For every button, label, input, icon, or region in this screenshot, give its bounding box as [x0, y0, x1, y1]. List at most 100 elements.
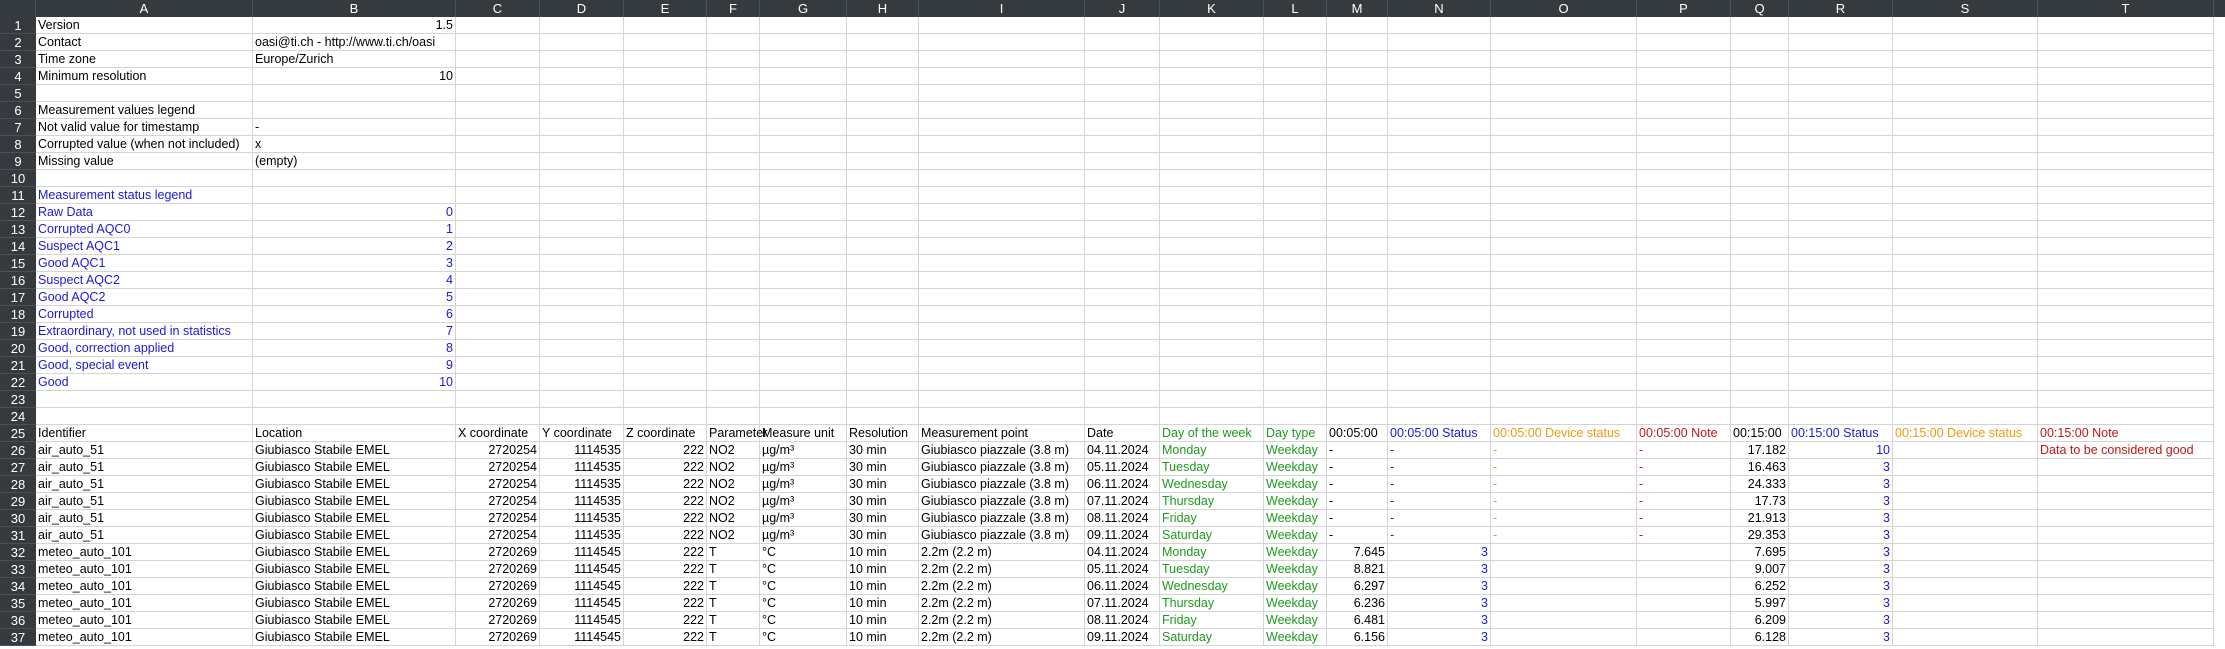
cell-j[interactable]: 08.11.2024 [1085, 612, 1160, 629]
cell-i[interactable] [919, 170, 1085, 187]
cell-q[interactable]: 00:15:00 [1731, 425, 1789, 442]
cell-f[interactable]: T [707, 578, 760, 595]
cell-j[interactable]: Date [1085, 425, 1160, 442]
cell-t[interactable] [2038, 153, 2214, 170]
cell-j[interactable] [1085, 221, 1160, 238]
cell-c[interactable]: 2720254 [456, 527, 540, 544]
cell-r[interactable] [1789, 187, 1893, 204]
cell-h[interactable] [847, 85, 919, 102]
cell-k[interactable]: Monday [1160, 442, 1264, 459]
cell-f[interactable] [707, 357, 760, 374]
cell-l[interactable]: Weekday [1264, 493, 1327, 510]
cell-r[interactable] [1789, 374, 1893, 391]
cell-i[interactable] [919, 102, 1085, 119]
cell-s[interactable] [1893, 510, 2038, 527]
cell-g[interactable] [760, 51, 847, 68]
cell-l[interactable] [1264, 187, 1327, 204]
cell-j[interactable]: 07.11.2024 [1085, 595, 1160, 612]
cell-l[interactable]: Weekday [1264, 527, 1327, 544]
cell-h[interactable] [847, 340, 919, 357]
cell-h[interactable] [847, 357, 919, 374]
cell-r[interactable] [1789, 102, 1893, 119]
cell-s[interactable] [1893, 51, 2038, 68]
cell-f[interactable] [707, 323, 760, 340]
cell-a[interactable]: air_auto_51 [36, 476, 253, 493]
cell-n[interactable] [1388, 17, 1491, 34]
cell-k[interactable]: Wednesday [1160, 476, 1264, 493]
cell-n[interactable]: 00:05:00 Status [1388, 425, 1491, 442]
cell-l[interactable]: Weekday [1264, 510, 1327, 527]
cell-l[interactable]: Weekday [1264, 578, 1327, 595]
cell-b[interactable]: Location [253, 425, 456, 442]
cell-d[interactable]: 1114535 [540, 493, 624, 510]
cell-l[interactable] [1264, 255, 1327, 272]
cell-s[interactable] [1893, 357, 2038, 374]
cell-t[interactable] [2038, 255, 2214, 272]
cell-n[interactable] [1388, 340, 1491, 357]
cell-t[interactable] [2038, 204, 2214, 221]
cell-d[interactable] [540, 374, 624, 391]
cell-s[interactable] [1893, 102, 2038, 119]
cell-g[interactable] [760, 221, 847, 238]
column-header-b[interactable]: B [253, 0, 456, 17]
cell-g[interactable] [760, 170, 847, 187]
cell-q[interactable]: 17.73 [1731, 493, 1789, 510]
cell-p[interactable] [1637, 340, 1731, 357]
cell-q[interactable] [1731, 391, 1789, 408]
cell-p[interactable]: - [1637, 493, 1731, 510]
cell-m[interactable] [1327, 289, 1388, 306]
cell-t[interactable] [2038, 629, 2214, 646]
cell-d[interactable]: 1114545 [540, 544, 624, 561]
cell-l[interactable]: Weekday [1264, 544, 1327, 561]
cell-p[interactable] [1637, 238, 1731, 255]
cell-m[interactable]: 6.236 [1327, 595, 1388, 612]
cell-i[interactable] [919, 323, 1085, 340]
cell-q[interactable] [1731, 136, 1789, 153]
cell-p[interactable] [1637, 204, 1731, 221]
cell-d[interactable] [540, 153, 624, 170]
cell-t[interactable] [2038, 187, 2214, 204]
cell-r[interactable]: 3 [1789, 476, 1893, 493]
cell-o[interactable]: 00:05:00 Device status [1491, 425, 1637, 442]
cell-i[interactable] [919, 408, 1085, 425]
cell-m[interactable]: 6.297 [1327, 578, 1388, 595]
cell-l[interactable] [1264, 340, 1327, 357]
cell-k[interactable] [1160, 187, 1264, 204]
cell-i[interactable]: Giubiasco piazzale (3.8 m) [919, 510, 1085, 527]
cell-g[interactable]: µg/m³ [760, 476, 847, 493]
cell-c[interactable]: 2720254 [456, 459, 540, 476]
cell-c[interactable] [456, 85, 540, 102]
cell-n[interactable]: - [1388, 510, 1491, 527]
cell-o[interactable] [1491, 340, 1637, 357]
cell-k[interactable] [1160, 340, 1264, 357]
cell-q[interactable] [1731, 119, 1789, 136]
cell-h[interactable]: 30 min [847, 493, 919, 510]
cell-b[interactable]: Giubiasco Stabile EMEL [253, 578, 456, 595]
cell-a[interactable]: Identifier [36, 425, 253, 442]
cell-p[interactable] [1637, 187, 1731, 204]
cell-h[interactable] [847, 187, 919, 204]
cell-k[interactable]: Saturday [1160, 527, 1264, 544]
cell-n[interactable] [1388, 187, 1491, 204]
cell-t[interactable] [2038, 102, 2214, 119]
cell-p[interactable] [1637, 102, 1731, 119]
cell-b[interactable]: Giubiasco Stabile EMEL [253, 510, 456, 527]
cell-i[interactable] [919, 255, 1085, 272]
cell-g[interactable] [760, 238, 847, 255]
cell-b[interactable]: Giubiasco Stabile EMEL [253, 476, 456, 493]
cell-h[interactable] [847, 323, 919, 340]
cell-e[interactable] [624, 408, 707, 425]
cell-j[interactable] [1085, 85, 1160, 102]
cell-p[interactable]: - [1637, 527, 1731, 544]
cell-b[interactable]: Giubiasco Stabile EMEL [253, 493, 456, 510]
cell-h[interactable]: 10 min [847, 544, 919, 561]
cell-n[interactable]: - [1388, 527, 1491, 544]
cell-a[interactable]: air_auto_51 [36, 442, 253, 459]
cell-l[interactable] [1264, 238, 1327, 255]
row-header[interactable]: 2 [0, 34, 36, 51]
cell-h[interactable] [847, 153, 919, 170]
cell-k[interactable] [1160, 119, 1264, 136]
cell-a[interactable]: meteo_auto_101 [36, 544, 253, 561]
cell-e[interactable] [624, 187, 707, 204]
cell-d[interactable] [540, 221, 624, 238]
